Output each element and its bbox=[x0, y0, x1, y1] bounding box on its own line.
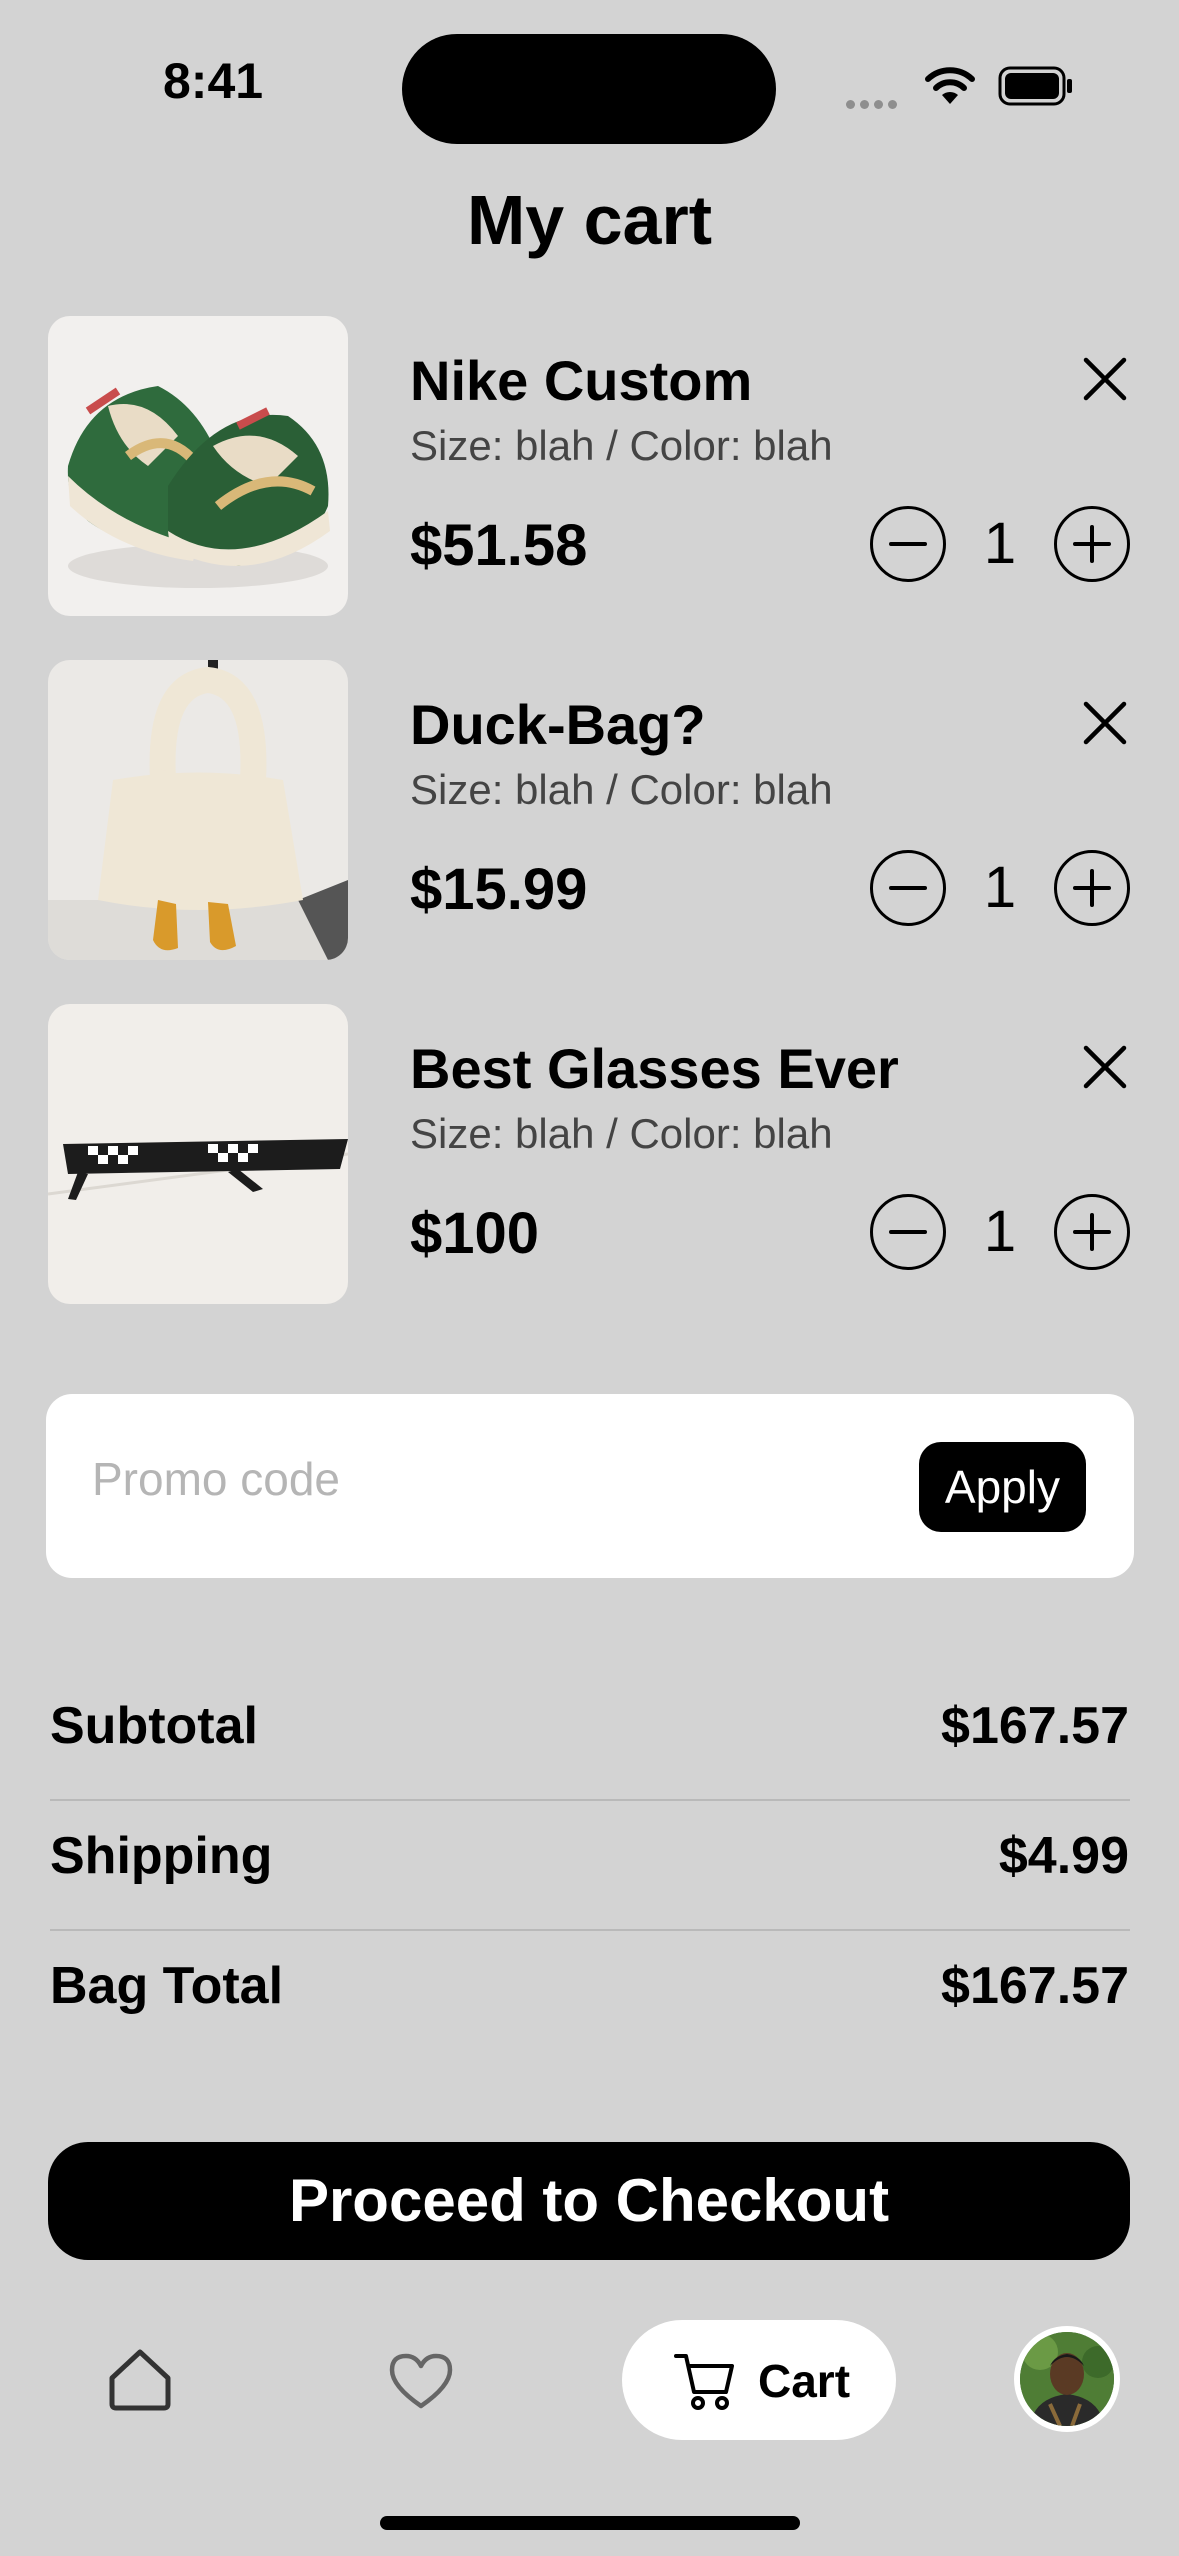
promo-code-card: Apply bbox=[46, 1394, 1134, 1578]
plus-icon bbox=[1073, 869, 1111, 907]
wifi-icon bbox=[924, 64, 976, 111]
tab-cart-label: Cart bbox=[758, 2355, 851, 2407]
promo-code-input[interactable] bbox=[92, 1452, 892, 1506]
item-price: $15.99 bbox=[410, 857, 588, 922]
divider bbox=[50, 1929, 1130, 1931]
plus-icon bbox=[1073, 1213, 1111, 1251]
increase-quantity-button[interactable] bbox=[1054, 506, 1130, 582]
remove-item-button[interactable] bbox=[1078, 352, 1132, 406]
tab-cart[interactable]: Cart bbox=[622, 2320, 896, 2440]
bag-total-label: Bag Total bbox=[50, 1957, 284, 2015]
tab-home[interactable] bbox=[104, 2344, 176, 2421]
cart-icon bbox=[674, 2354, 734, 2410]
battery-icon bbox=[998, 66, 1074, 106]
tab-profile-avatar[interactable] bbox=[1014, 2326, 1120, 2432]
item-name: Nike Custom bbox=[410, 349, 753, 412]
item-name: Duck-Bag? bbox=[410, 693, 706, 756]
quantity-value: 1 bbox=[983, 1199, 1017, 1264]
home-icon bbox=[109, 2349, 171, 2411]
shipping-value: $4.99 bbox=[998, 1827, 1129, 1885]
apply-promo-button[interactable]: Apply bbox=[918, 1442, 1086, 1532]
shipping-label: Shipping bbox=[50, 1827, 273, 1885]
item-price: $100 bbox=[410, 1201, 540, 1266]
remove-item-button[interactable] bbox=[1078, 1040, 1132, 1094]
avatar bbox=[1020, 2332, 1114, 2426]
proceed-to-checkout-button[interactable]: Proceed to Checkout bbox=[48, 2142, 1130, 2260]
close-icon bbox=[1083, 357, 1127, 401]
tab-favorites[interactable] bbox=[386, 2350, 456, 2417]
increase-quantity-button[interactable] bbox=[1054, 1194, 1130, 1270]
increase-quantity-button[interactable] bbox=[1054, 850, 1130, 926]
minus-icon bbox=[889, 886, 927, 890]
quantity-value: 1 bbox=[983, 855, 1017, 920]
item-meta: Size: blah / Color: blah bbox=[410, 1110, 833, 1157]
page-title: My cart bbox=[466, 181, 713, 259]
minus-icon bbox=[889, 1230, 927, 1234]
status-time: 8:41 bbox=[163, 53, 264, 109]
subtotal-label: Subtotal bbox=[50, 1697, 258, 1755]
item-price: $51.58 bbox=[410, 513, 588, 578]
item-image-pixel-glasses[interactable] bbox=[48, 1004, 348, 1304]
quantity-value: 1 bbox=[983, 511, 1017, 576]
home-indicator bbox=[380, 2516, 800, 2530]
divider bbox=[50, 1799, 1130, 1801]
subtotal-value: $167.57 bbox=[941, 1697, 1129, 1755]
item-image-duck-bag[interactable] bbox=[48, 660, 348, 960]
dynamic-island bbox=[402, 34, 776, 144]
plus-icon bbox=[1073, 525, 1111, 563]
close-icon bbox=[1083, 701, 1127, 745]
minus-icon bbox=[889, 542, 927, 546]
item-image-sneakers[interactable] bbox=[48, 316, 348, 616]
item-meta: Size: blah / Color: blah bbox=[410, 766, 833, 813]
cellular-signal-icon bbox=[846, 96, 902, 114]
decrease-quantity-button[interactable] bbox=[870, 850, 946, 926]
decrease-quantity-button[interactable] bbox=[870, 1194, 946, 1270]
heart-icon bbox=[389, 2353, 453, 2409]
item-meta: Size: blah / Color: blah bbox=[410, 422, 833, 469]
close-icon bbox=[1083, 1045, 1127, 1089]
decrease-quantity-button[interactable] bbox=[870, 506, 946, 582]
item-name: Best Glasses Ever bbox=[410, 1037, 899, 1100]
remove-item-button[interactable] bbox=[1078, 696, 1132, 750]
bag-total-value: $167.57 bbox=[941, 1957, 1129, 2015]
